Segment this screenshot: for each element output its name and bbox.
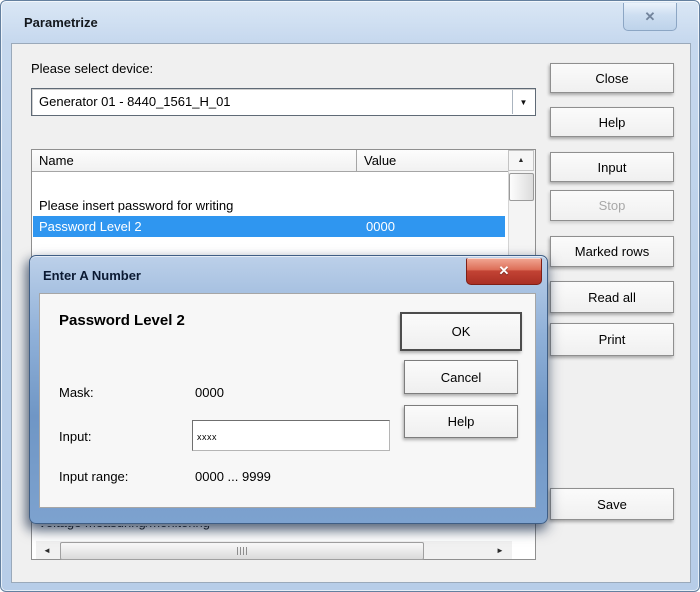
- scroll-left-button[interactable]: ◄: [37, 541, 57, 559]
- device-combobox-value: Generator 01 - 8440_1561_H_01: [39, 94, 231, 109]
- scroll-up-button[interactable]: ▲: [508, 150, 534, 171]
- enter-a-number-dialog: Enter A Number ✕ Password Level 2 OK Can…: [29, 255, 548, 524]
- scroll-right-button[interactable]: ►: [490, 541, 510, 559]
- scroll-left-icon: ◄: [43, 546, 51, 555]
- row-name-cell: Password Level 2: [33, 219, 142, 234]
- parameter-name-heading: Password Level 2: [59, 312, 185, 329]
- help-button[interactable]: Help: [550, 107, 674, 137]
- table-row-partially-hidden[interactable]: Voltage measuring/monitoring: [38, 526, 338, 539]
- parametrize-titlebar[interactable]: Parametrize ✕: [1, 1, 699, 43]
- mask-value: 0000: [195, 385, 224, 400]
- input-button[interactable]: Input: [550, 152, 674, 182]
- close-icon: ✕: [645, 9, 656, 25]
- chevron-down-icon: ▼: [520, 98, 528, 107]
- window-title: Parametrize: [24, 15, 98, 30]
- read-all-button[interactable]: Read all: [550, 281, 674, 313]
- input-label: Input:: [59, 429, 92, 444]
- input-range-value: 0000 ... 9999: [195, 469, 271, 484]
- table-row-password-level-2[interactable]: Password Level 2 0000: [33, 216, 505, 237]
- parametrize-window: Parametrize ✕ Please select device: Gene…: [0, 0, 700, 592]
- marked-rows-button[interactable]: Marked rows: [550, 236, 674, 267]
- number-input-field[interactable]: [192, 420, 390, 451]
- row-name-cell: Please insert password for writing: [33, 198, 233, 213]
- ok-button[interactable]: OK: [400, 312, 522, 351]
- input-range-label: Input range:: [59, 469, 128, 484]
- scroll-up-icon: ▲: [518, 157, 525, 164]
- close-icon: ✕: [499, 263, 510, 279]
- device-select-label: Please select device:: [31, 61, 153, 76]
- scrollbar-grip-icon: [237, 547, 248, 555]
- dialog-titlebar[interactable]: Enter A Number ✕: [30, 256, 547, 292]
- device-combobox[interactable]: Generator 01 - 8440_1561_H_01 ▼: [31, 88, 536, 116]
- horizontal-scrollbar-thumb[interactable]: [60, 542, 424, 560]
- vertical-scrollbar-thumb[interactable]: [509, 173, 534, 201]
- dialog-title: Enter A Number: [43, 268, 141, 283]
- save-button[interactable]: Save: [550, 488, 674, 520]
- mask-label: Mask:: [59, 385, 94, 400]
- row-value-cell: 0000: [366, 219, 395, 234]
- combobox-dropdown-button[interactable]: ▼: [512, 90, 534, 114]
- scroll-right-icon: ►: [496, 546, 504, 555]
- dialog-close-button[interactable]: ✕: [466, 258, 542, 285]
- table-row-password-hint[interactable]: Please insert password for writing: [33, 195, 505, 216]
- stop-button: Stop: [550, 190, 674, 221]
- window-close-button[interactable]: ✕: [623, 3, 677, 31]
- dialog-help-button[interactable]: Help: [404, 405, 518, 438]
- print-button[interactable]: Print: [550, 323, 674, 356]
- column-header-name[interactable]: Name: [32, 150, 357, 172]
- close-button[interactable]: Close: [550, 63, 674, 93]
- cancel-button[interactable]: Cancel: [404, 360, 518, 394]
- column-header-value[interactable]: Value: [357, 150, 508, 172]
